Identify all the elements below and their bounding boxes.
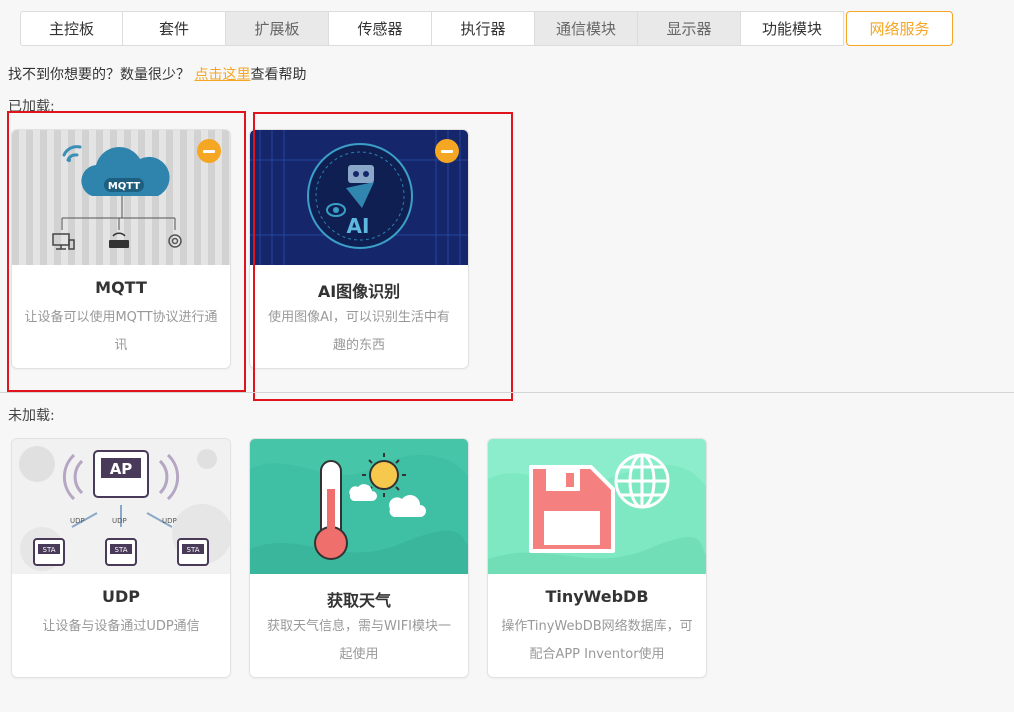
section-divider: [0, 392, 1014, 393]
extension-card-weather[interactable]: 获取天气 获取天气信息，需与WIFI模块一起使用: [249, 438, 469, 678]
unloaded-section-label: 未加载:: [8, 408, 55, 424]
highlight-box: [7, 111, 246, 392]
card-description: 让设备与设备通过UDP通信: [42, 619, 200, 634]
sta-label: STA: [187, 546, 200, 554]
card-description: 获取天气信息，需与WIFI模块一起使用: [267, 619, 451, 662]
tab-kits[interactable]: 套件: [123, 11, 226, 46]
tab-function-modules[interactable]: 功能模块: [741, 11, 844, 46]
extension-card-udp[interactable]: AP UDP UDP UDP STA STA STA UDP 让设备与设备通过U…: [11, 438, 231, 678]
extension-card-tinywebdb[interactable]: TinyWebDB 操作TinyWebDB网络数据库，可配合APP Invent…: [487, 438, 707, 678]
tab-mainboard[interactable]: 主控板: [20, 11, 123, 46]
help-prefix: 找不到你想要的？数量很少？: [8, 67, 190, 83]
tab-expansion-board[interactable]: 扩展板: [226, 11, 329, 46]
sta-label: STA: [43, 546, 56, 554]
udp-label: UDP: [112, 517, 127, 525]
tab-sensors[interactable]: 传感器: [329, 11, 432, 46]
help-link[interactable]: 点击这里: [194, 67, 250, 83]
help-suffix: 查看帮助: [250, 67, 307, 83]
tab-network-services[interactable]: 网络服务: [846, 11, 953, 46]
highlight-box: [253, 112, 513, 401]
tab-actuators[interactable]: 执行器: [432, 11, 535, 46]
category-tabs: 主控板 套件 扩展板 传感器 执行器 通信模块 显示器 功能模块 网络服务: [20, 11, 953, 46]
udp-illustration: AP UDP UDP UDP STA STA STA: [12, 439, 230, 574]
tinywebdb-illustration: [488, 439, 706, 574]
udp-label: UDP: [162, 517, 177, 525]
ap-label: AP: [110, 460, 133, 478]
card-title: 获取天气: [326, 591, 391, 610]
help-text: 找不到你想要的？数量很少？ 点击这里查看帮助: [8, 64, 306, 84]
sta-label: STA: [115, 546, 128, 554]
tab-displays[interactable]: 显示器: [638, 11, 741, 46]
card-description: 操作TinyWebDB网络数据库，可配合APP Inventor使用: [501, 619, 693, 662]
card-title: TinyWebDB: [545, 587, 649, 606]
weather-illustration: [250, 439, 468, 574]
card-title: UDP: [102, 587, 140, 606]
tab-communication[interactable]: 通信模块: [535, 11, 638, 46]
udp-label: UDP: [70, 517, 85, 525]
